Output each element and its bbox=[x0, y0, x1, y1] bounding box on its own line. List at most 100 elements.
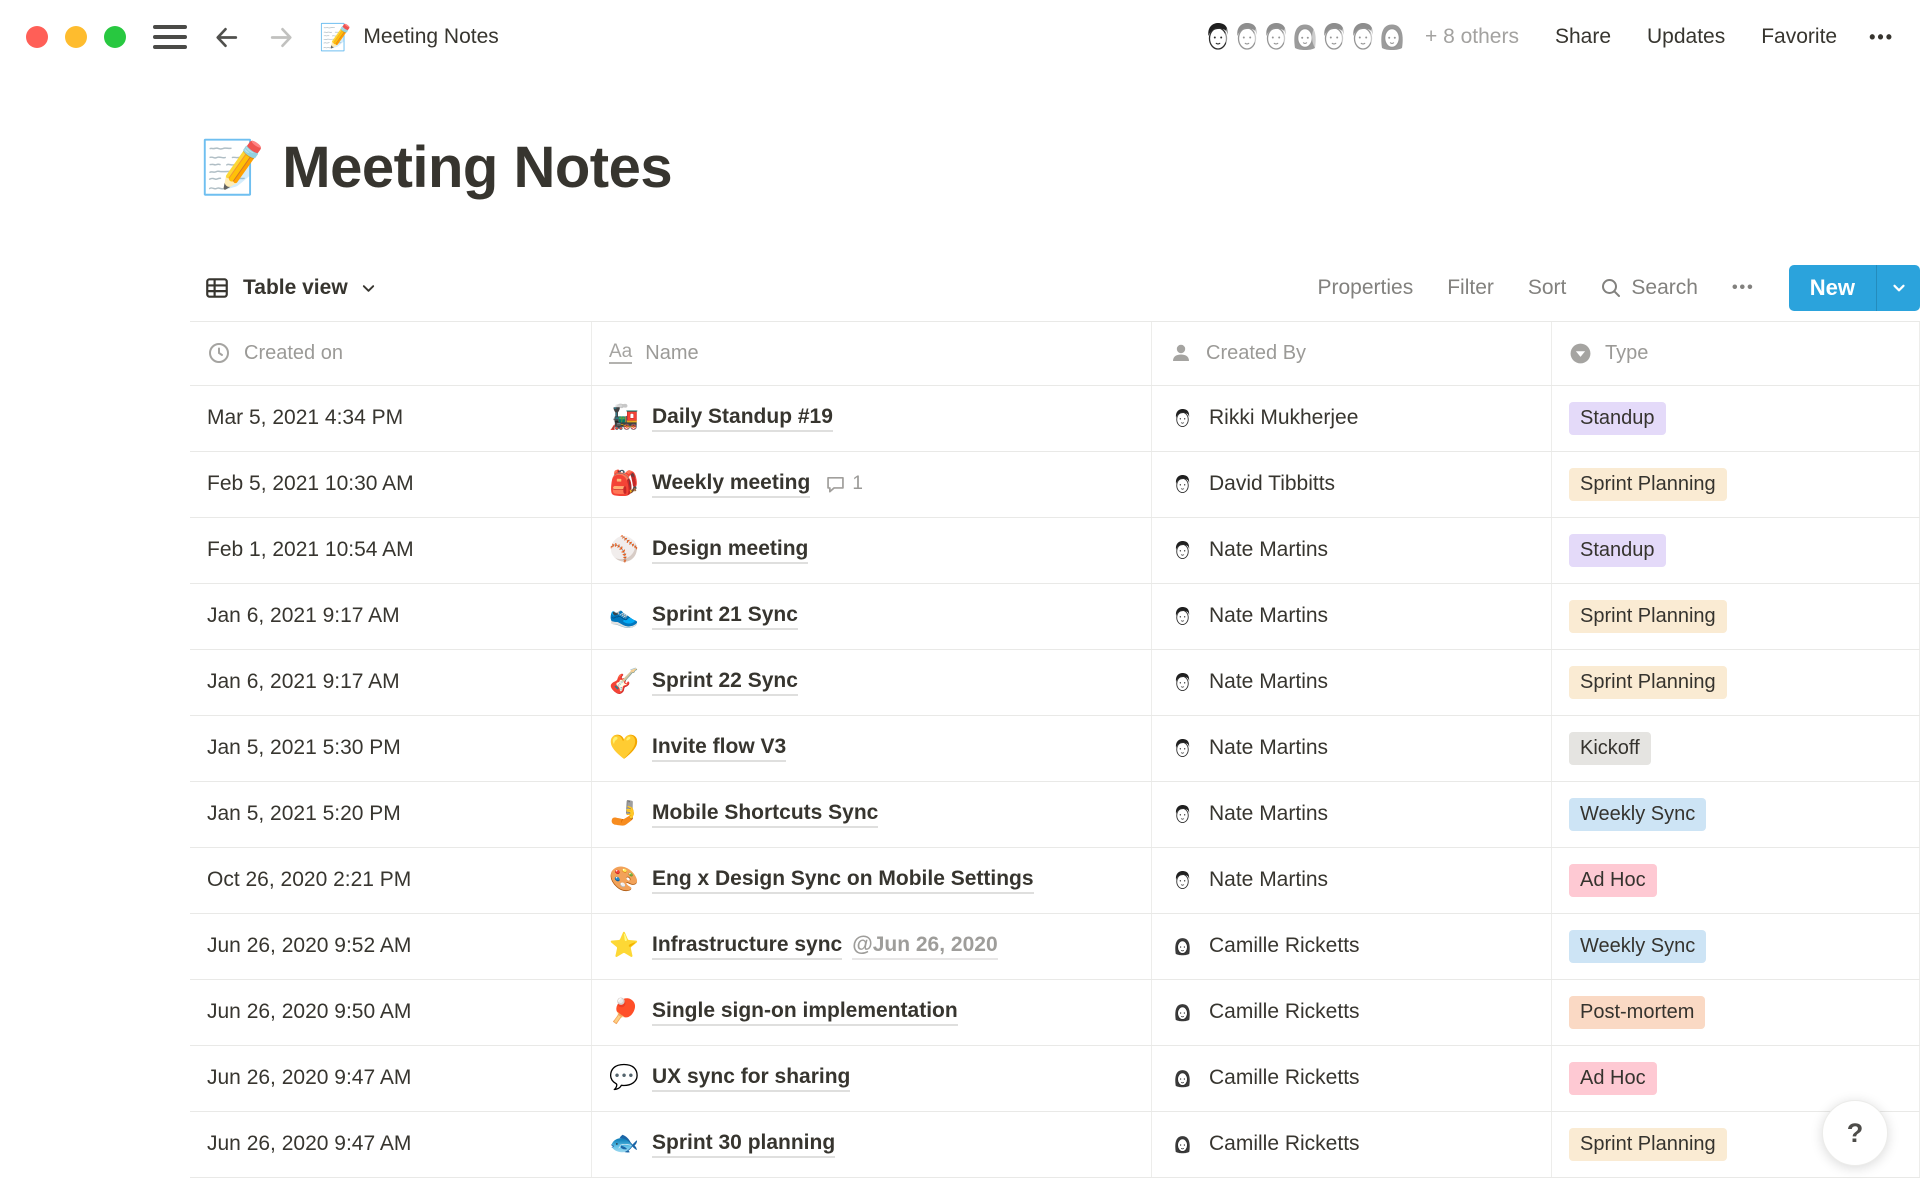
created-by-cell[interactable]: Nate Martins bbox=[1152, 518, 1552, 583]
type-badge[interactable]: Standup bbox=[1569, 534, 1666, 567]
new-button[interactable]: New bbox=[1789, 265, 1876, 311]
column-header-type[interactable]: Type bbox=[1552, 322, 1920, 385]
type-badge[interactable]: Sprint Planning bbox=[1569, 1128, 1727, 1161]
table-view-switcher[interactable]: Table view bbox=[204, 275, 376, 301]
type-badge[interactable]: Sprint Planning bbox=[1569, 468, 1727, 501]
page-link[interactable]: Sprint 22 Sync bbox=[652, 669, 798, 696]
filter-button[interactable]: Filter bbox=[1447, 276, 1494, 300]
close-window-button[interactable] bbox=[26, 26, 48, 48]
type-badge[interactable]: Ad Hoc bbox=[1569, 864, 1657, 897]
name-cell[interactable]: 🤳 Mobile Shortcuts Sync bbox=[592, 782, 1152, 847]
type-cell[interactable]: Ad Hoc bbox=[1552, 848, 1920, 913]
created-on-cell[interactable]: Jun 26, 2020 9:50 AM bbox=[190, 980, 592, 1045]
favorite-button[interactable]: Favorite bbox=[1761, 25, 1837, 49]
type-badge[interactable]: Standup bbox=[1569, 402, 1666, 435]
created-by-cell[interactable]: Nate Martins bbox=[1152, 716, 1552, 781]
type-badge[interactable]: Kickoff bbox=[1569, 732, 1651, 765]
type-cell[interactable]: Standup bbox=[1552, 518, 1920, 583]
name-cell[interactable]: 💛 Invite flow V3 bbox=[592, 716, 1152, 781]
collaborator-avatars[interactable] bbox=[1198, 17, 1412, 57]
created-by-cell[interactable]: Nate Martins bbox=[1152, 650, 1552, 715]
view-more-button[interactable]: ••• bbox=[1732, 279, 1755, 297]
name-cell[interactable]: 🎨 Eng x Design Sync on Mobile Settings bbox=[592, 848, 1152, 913]
name-cell[interactable]: ⚾ Design meeting bbox=[592, 518, 1152, 583]
avatar[interactable] bbox=[1372, 17, 1412, 57]
name-cell[interactable]: 💬 UX sync for sharing bbox=[592, 1046, 1152, 1111]
page-link[interactable]: Infrastructure sync bbox=[652, 933, 842, 960]
updates-button[interactable]: Updates bbox=[1647, 25, 1725, 49]
properties-button[interactable]: Properties bbox=[1317, 276, 1413, 300]
page-link[interactable]: Weekly meeting bbox=[652, 471, 810, 498]
column-header-created-on[interactable]: Created on bbox=[190, 322, 592, 385]
created-by-cell[interactable]: Camille Ricketts bbox=[1152, 1046, 1552, 1111]
type-badge[interactable]: Weekly Sync bbox=[1569, 930, 1706, 963]
sort-button[interactable]: Sort bbox=[1528, 276, 1567, 300]
created-by-cell[interactable]: David Tibbitts bbox=[1152, 452, 1552, 517]
new-dropdown-button[interactable] bbox=[1876, 265, 1920, 311]
type-badge[interactable]: Weekly Sync bbox=[1569, 798, 1706, 831]
created-on-cell[interactable]: Jan 5, 2021 5:20 PM bbox=[190, 782, 592, 847]
created-on-cell[interactable]: Mar 5, 2021 4:34 PM bbox=[190, 386, 592, 451]
created-on-cell[interactable]: Oct 26, 2020 2:21 PM bbox=[190, 848, 592, 913]
created-by-cell[interactable]: Nate Martins bbox=[1152, 584, 1552, 649]
created-on-cell[interactable]: Jun 26, 2020 9:47 AM bbox=[190, 1046, 592, 1111]
name-cell[interactable]: 🏓 Single sign-on implementation bbox=[592, 980, 1152, 1045]
column-header-created-by[interactable]: Created By bbox=[1152, 322, 1552, 385]
type-cell[interactable]: Sprint Planning bbox=[1552, 650, 1920, 715]
back-button[interactable] bbox=[211, 22, 242, 53]
type-cell[interactable]: Post-mortem bbox=[1552, 980, 1920, 1045]
type-cell[interactable]: Weekly Sync bbox=[1552, 782, 1920, 847]
name-cell[interactable]: ⭐ Infrastructure sync @Jun 26, 2020 bbox=[592, 914, 1152, 979]
page-link[interactable]: Invite flow V3 bbox=[652, 735, 786, 762]
created-on-cell[interactable]: Jan 6, 2021 9:17 AM bbox=[190, 584, 592, 649]
minimize-window-button[interactable] bbox=[65, 26, 87, 48]
type-badge[interactable]: Sprint Planning bbox=[1569, 600, 1727, 633]
maximize-window-button[interactable] bbox=[104, 26, 126, 48]
page-link[interactable]: Sprint 30 planning bbox=[652, 1131, 835, 1158]
type-cell[interactable]: Weekly Sync bbox=[1552, 914, 1920, 979]
created-by-cell[interactable]: Camille Ricketts bbox=[1152, 914, 1552, 979]
column-header-name[interactable]: Aa Name bbox=[592, 322, 1152, 385]
type-badge[interactable]: Ad Hoc bbox=[1569, 1062, 1657, 1095]
page-link[interactable]: Mobile Shortcuts Sync bbox=[652, 801, 878, 828]
page-link[interactable]: Eng x Design Sync on Mobile Settings bbox=[652, 867, 1034, 894]
more-options-button[interactable]: ••• bbox=[1869, 27, 1894, 48]
page-link[interactable]: Single sign-on implementation bbox=[652, 999, 958, 1026]
page-link[interactable]: Design meeting bbox=[652, 537, 808, 564]
share-button[interactable]: Share bbox=[1555, 25, 1611, 49]
created-on-cell[interactable]: Feb 1, 2021 10:54 AM bbox=[190, 518, 592, 583]
page-link[interactable]: UX sync for sharing bbox=[652, 1065, 850, 1092]
date-mention[interactable]: @Jun 26, 2020 bbox=[852, 933, 997, 960]
type-cell[interactable]: Sprint Planning bbox=[1552, 584, 1920, 649]
created-by-cell[interactable]: Camille Ricketts bbox=[1152, 980, 1552, 1045]
page-link[interactable]: Sprint 21 Sync bbox=[652, 603, 798, 630]
search-button[interactable]: Search bbox=[1600, 276, 1698, 300]
type-cell[interactable]: Kickoff bbox=[1552, 716, 1920, 781]
created-on-cell[interactable]: Jun 26, 2020 9:47 AM bbox=[190, 1112, 592, 1177]
type-badge[interactable]: Post-mortem bbox=[1569, 996, 1705, 1029]
created-by-cell[interactable]: Nate Martins bbox=[1152, 782, 1552, 847]
created-on-cell[interactable]: Feb 5, 2021 10:30 AM bbox=[190, 452, 592, 517]
created-by-cell[interactable]: Rikki Mukherjee bbox=[1152, 386, 1552, 451]
sidebar-toggle-button[interactable] bbox=[153, 25, 187, 49]
name-cell[interactable]: 🚂 Daily Standup #19 bbox=[592, 386, 1152, 451]
created-on-cell[interactable]: Jan 5, 2021 5:30 PM bbox=[190, 716, 592, 781]
created-by-cell[interactable]: Camille Ricketts bbox=[1152, 1112, 1552, 1177]
table-row: Jun 26, 2020 9:47 AM 🐟 Sprint 30 plannin… bbox=[190, 1112, 1920, 1178]
name-cell[interactable]: 👟 Sprint 21 Sync bbox=[592, 584, 1152, 649]
page-emoji-icon: ⚾ bbox=[609, 538, 640, 562]
help-button[interactable]: ? bbox=[1822, 1100, 1888, 1166]
name-cell[interactable]: 🐟 Sprint 30 planning bbox=[592, 1112, 1152, 1177]
page-link[interactable]: Daily Standup #19 bbox=[652, 405, 833, 432]
person-icon bbox=[1169, 341, 1193, 365]
name-cell[interactable]: 🎒 Weekly meeting 1 bbox=[592, 452, 1152, 517]
created-on-cell[interactable]: Jan 6, 2021 9:17 AM bbox=[190, 650, 592, 715]
type-badge[interactable]: Sprint Planning bbox=[1569, 666, 1727, 699]
name-cell[interactable]: 🎸 Sprint 22 Sync bbox=[592, 650, 1152, 715]
forward-button[interactable] bbox=[266, 22, 297, 53]
breadcrumb[interactable]: 📝 Meeting Notes bbox=[319, 24, 499, 50]
type-cell[interactable]: Sprint Planning bbox=[1552, 452, 1920, 517]
created-on-cell[interactable]: Jun 26, 2020 9:52 AM bbox=[190, 914, 592, 979]
created-by-cell[interactable]: Nate Martins bbox=[1152, 848, 1552, 913]
type-cell[interactable]: Standup bbox=[1552, 386, 1920, 451]
